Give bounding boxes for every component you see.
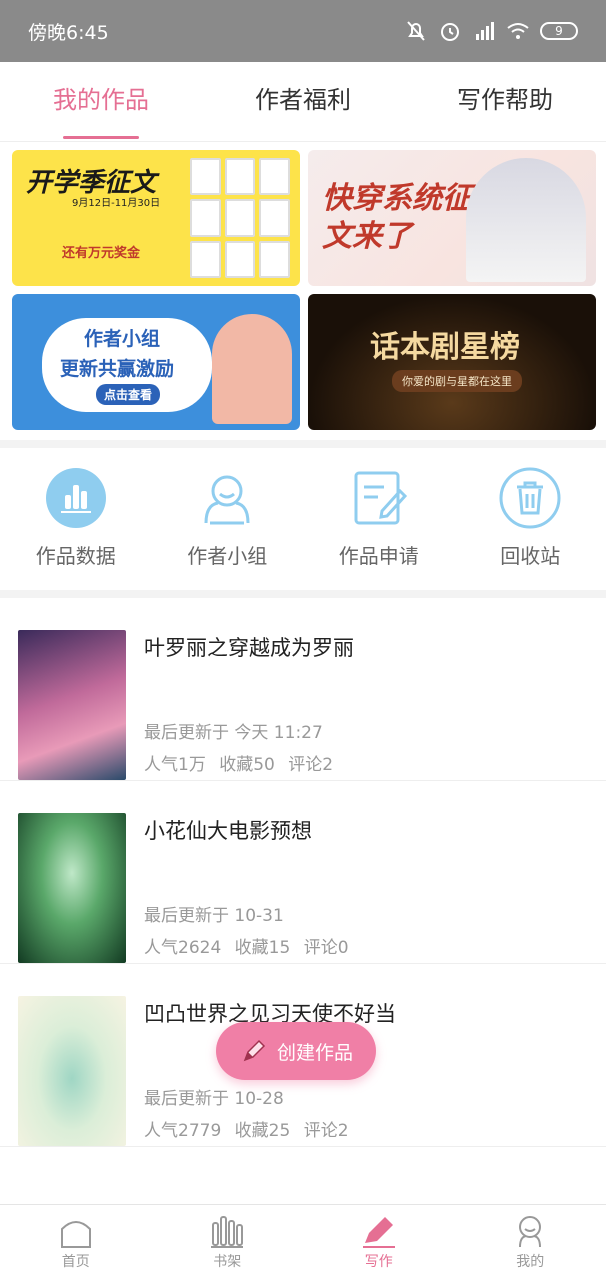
status-bar: 傍晚6:45 9 [0,0,606,62]
work-title: 叶罗丽之穿越成为罗丽 [144,636,354,660]
section-divider [0,440,606,448]
shortcut-work-application[interactable]: 作品申请 [303,452,455,588]
status-time: 傍晚6:45 [28,21,109,44]
work-updated: 最后更新于 今天 11:27 [144,723,323,743]
work-cover-image [18,996,126,1146]
shortcut-label: 作品申请 [338,544,419,568]
shortcut-author-group[interactable]: 作者小组 [152,452,304,588]
banner-photo-collage [190,158,290,278]
trash-icon [498,466,562,530]
work-stats: 人气1万 收藏50 评论2 [144,750,341,775]
banner-dates: 9月12日-11月30日 [72,198,161,209]
section-divider [0,590,606,598]
banner-subtitle: 你爱的剧与星都在这里 [392,370,522,392]
group-icon [195,466,259,530]
banner-title: 话本剧星榜 [370,330,520,365]
work-popularity: 人气2624 [144,938,222,958]
shortcut-row: 作品数据 作者小组 作品申请 回收站 [0,452,606,588]
banner-characters-image [212,314,292,424]
work-comments: 评论2 [303,1121,349,1141]
banner-author-group[interactable]: 作者小组 更新共赢激励 点击查看 [12,294,300,430]
mute-bell-icon [407,21,425,41]
banner-subtitle: 更新共赢激励 [60,358,175,380]
wifi-icon [507,23,529,39]
nav-profile[interactable]: 我的 [455,1205,606,1280]
work-title: 小花仙大电影预想 [144,819,312,843]
work-updated: 最后更新于 10-28 [144,1089,284,1109]
bar-chart-icon [44,466,108,530]
nav-label: 我的 [516,1254,545,1270]
home-icon [60,1221,91,1248]
shortcut-label: 作品数据 [35,544,116,568]
status-icons: 9 [404,20,578,42]
work-updated: 最后更新于 10-31 [144,906,284,926]
edit-doc-icon [347,466,411,530]
work-cover-image [18,630,126,780]
nav-label: 书架 [213,1254,242,1270]
shortcut-work-data[interactable]: 作品数据 [0,452,152,588]
work-comments: 评论2 [288,755,334,775]
work-cover-image [18,813,126,963]
pencil-icon [362,1217,395,1248]
create-work-label: 创建作品 [276,1041,353,1064]
tab-writing-help[interactable]: 写作帮助 [404,62,606,141]
work-comments: 评论0 [303,938,349,958]
work-stats: 人气2624 收藏15 评论0 [144,933,357,958]
create-work-button[interactable]: 创建作品 [216,1022,376,1080]
work-item[interactable]: 小花仙大电影预想 最后更新于 10-31 人气2624 收藏15 评论0 [0,781,606,964]
banner-prize: 还有万元奖金 [62,246,141,261]
banner-title: 作者小组 [84,328,161,350]
shortcut-label: 作者小组 [187,544,268,568]
shortcut-recycle-bin[interactable]: 回收站 [455,452,606,588]
bottom-nav: 首页 书架 写作 我的 [0,1204,606,1280]
banner-quick-travel-contest[interactable]: 快穿系统征文来了 [308,150,596,286]
nav-bookshelf[interactable]: 书架 [152,1205,304,1280]
work-stats: 人气2779 收藏25 评论2 [144,1116,357,1141]
pencil-icon [243,1039,266,1062]
tab-author-benefits[interactable]: 作者福利 [202,62,404,141]
work-popularity: 人气1万 [144,755,206,775]
work-item[interactable]: 叶罗丽之穿越成为罗丽 最后更新于 今天 11:27 人气1万 收藏50 评论2 [0,598,606,781]
work-favorites: 收藏50 [219,755,275,775]
banner-grid: 开学季征文 9月12日-11月30日 还有万元奖金 快穿系统征文来了 作者小组 … [12,150,596,430]
bookshelf-icon [211,1216,244,1248]
nav-home[interactable]: 首页 [0,1205,152,1280]
alarm-icon [441,23,459,41]
nav-label: 写作 [364,1254,393,1270]
nav-write[interactable]: 写作 [303,1205,455,1280]
work-favorites: 收藏25 [234,1121,291,1141]
profile-icon [519,1216,542,1248]
banner-figure-image [466,158,586,282]
banner-star-ranking[interactable]: 话本剧星榜 你爱的剧与星都在这里 [308,294,596,430]
banner-view-button: 点击查看 [96,384,161,405]
work-favorites: 收藏15 [234,938,291,958]
top-tabs: 我的作品 作者福利 写作帮助 [0,62,606,142]
battery-icon: 9 [540,22,578,40]
banner-back-to-school-contest[interactable]: 开学季征文 9月12日-11月30日 还有万元奖金 [12,150,300,286]
signal-icon [476,22,494,40]
tab-my-works[interactable]: 我的作品 [0,62,202,141]
shortcut-label: 回收站 [500,544,561,568]
work-popularity: 人气2779 [144,1121,222,1141]
banner-title: 快穿系统征文来了 [322,181,472,254]
nav-label: 首页 [61,1254,90,1270]
